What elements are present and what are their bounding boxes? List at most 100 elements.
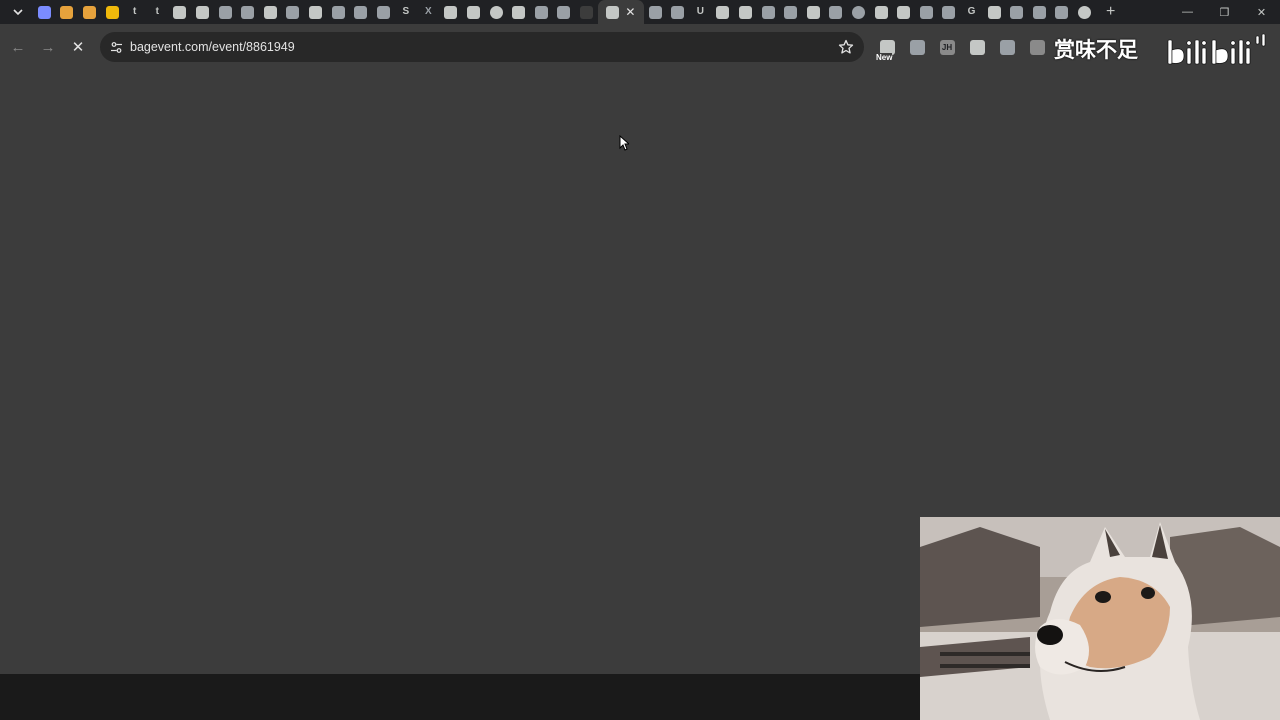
s-favicon-icon: S <box>402 6 410 17</box>
bilibili-favicon-icon <box>37 5 51 19</box>
tab-6[interactable] <box>169 0 192 24</box>
bug-favicon-icon <box>671 5 685 19</box>
news-favicon-icon <box>308 5 322 19</box>
jh-extension-icon: JH <box>939 39 955 55</box>
tab-39[interactable] <box>938 0 961 24</box>
tab-23[interactable] <box>553 0 576 24</box>
g-favicon-icon: G <box>967 6 976 17</box>
site-info-button[interactable] <box>102 32 130 62</box>
tab-12[interactable] <box>304 0 327 24</box>
cloud-extension-button[interactable] <box>962 32 992 62</box>
tab-45[interactable] <box>1073 0 1096 24</box>
tab-0[interactable] <box>33 0 56 24</box>
tab-8[interactable] <box>214 0 237 24</box>
tab-19[interactable] <box>462 0 485 24</box>
puzzle-favicon-icon <box>534 5 548 19</box>
grid-favicon-icon <box>1010 5 1024 19</box>
jh-extension-button[interactable]: JH <box>932 32 962 62</box>
video-watermark: 赏味不足 <box>1054 38 1138 62</box>
tab-30[interactable] <box>734 0 757 24</box>
calendar-favicon-icon <box>173 5 187 19</box>
address-bar[interactable]: bagevent.com/event/8861949 <box>100 32 864 62</box>
tab-41[interactable] <box>983 0 1006 24</box>
url-text[interactable]: bagevent.com/event/8861949 <box>130 40 295 54</box>
tumblr-favicon-icon: t <box>133 6 137 17</box>
close-window-button[interactable]: ✕ <box>1243 0 1280 24</box>
minimize-button[interactable]: — <box>1169 0 1206 24</box>
tab-34[interactable] <box>825 0 848 24</box>
chevron-down-icon <box>13 9 23 16</box>
tab-35[interactable] <box>847 0 870 24</box>
tab-17[interactable]: X <box>417 0 440 24</box>
tab-43[interactable] <box>1028 0 1051 24</box>
tab-4[interactable]: t <box>123 0 146 24</box>
cat-favicon-icon <box>648 5 662 19</box>
tiktok-favicon-icon <box>263 5 277 19</box>
new-extension-button[interactable]: New <box>872 32 902 62</box>
sparkle-extension-icon <box>999 39 1015 55</box>
forward-button[interactable]: → <box>33 32 63 62</box>
leaf-favicon-icon <box>241 5 255 19</box>
weibo-favicon-icon <box>60 5 74 19</box>
tab-18[interactable] <box>440 0 463 24</box>
tab-16[interactable]: S <box>395 0 418 24</box>
tab-37[interactable] <box>892 0 915 24</box>
new-tab-button[interactable]: + <box>1100 2 1122 22</box>
tab-13[interactable] <box>327 0 350 24</box>
tab-24[interactable] <box>575 0 598 24</box>
tumblr-favicon-icon: t <box>155 6 159 17</box>
tab-5[interactable]: t <box>146 0 169 24</box>
tab-20[interactable] <box>485 0 508 24</box>
diamond-favicon-icon <box>784 5 798 19</box>
tab-3[interactable] <box>101 0 124 24</box>
tune-icon <box>110 41 122 53</box>
stop-loading-button[interactable]: ✕ <box>63 32 93 62</box>
tab-38[interactable] <box>915 0 938 24</box>
tab-21[interactable] <box>507 0 530 24</box>
tab-26[interactable] <box>644 0 667 24</box>
tab-1[interactable] <box>56 0 79 24</box>
flower-favicon-icon <box>829 5 843 19</box>
tab-25[interactable]: ✕ <box>597 0 644 24</box>
bookmark-star-icon[interactable] <box>838 39 854 55</box>
tab-29[interactable] <box>712 0 735 24</box>
shield-extension-button[interactable] <box>902 32 932 62</box>
tab-9[interactable] <box>236 0 259 24</box>
tab-42[interactable] <box>1005 0 1028 24</box>
tab-44[interactable] <box>1051 0 1074 24</box>
leaf-favicon-icon <box>942 5 956 19</box>
tab-search-button[interactable] <box>5 2 31 22</box>
new-badge: New <box>876 53 893 62</box>
sparkle-extension-button[interactable] <box>992 32 1022 62</box>
tab-15[interactable] <box>372 0 395 24</box>
back-button[interactable]: ← <box>3 32 33 62</box>
doc-favicon-icon <box>444 5 458 19</box>
close-tab-icon[interactable]: ✕ <box>625 5 635 19</box>
circle-favicon-icon <box>489 5 503 19</box>
tab-31[interactable] <box>757 0 780 24</box>
tab-10[interactable] <box>259 0 282 24</box>
tab-2[interactable] <box>78 0 101 24</box>
hex-favicon-icon <box>1032 5 1046 19</box>
tab-11[interactable] <box>282 0 305 24</box>
restore-button[interactable]: ❐ <box>1206 0 1243 24</box>
video-overlay-shiba-inu <box>920 517 1280 720</box>
tab-22[interactable] <box>530 0 553 24</box>
rocket-favicon-icon <box>557 5 571 19</box>
tab-40[interactable]: G <box>960 0 983 24</box>
calendar-favicon-icon <box>195 5 209 19</box>
image-favicon-icon <box>218 5 232 19</box>
tab-7[interactable] <box>191 0 214 24</box>
at-favicon-icon <box>739 5 753 19</box>
binance-favicon-icon <box>105 5 119 19</box>
history-favicon-icon <box>919 5 933 19</box>
tab-36[interactable] <box>870 0 893 24</box>
triangle-favicon-icon <box>761 5 775 19</box>
circle-favicon-icon <box>1077 5 1091 19</box>
tab-28[interactable]: U <box>689 0 712 24</box>
k-extension-button[interactable] <box>1022 32 1052 62</box>
tab-33[interactable] <box>802 0 825 24</box>
tab-32[interactable] <box>779 0 802 24</box>
tab-27[interactable] <box>666 0 689 24</box>
tab-14[interactable] <box>349 0 372 24</box>
